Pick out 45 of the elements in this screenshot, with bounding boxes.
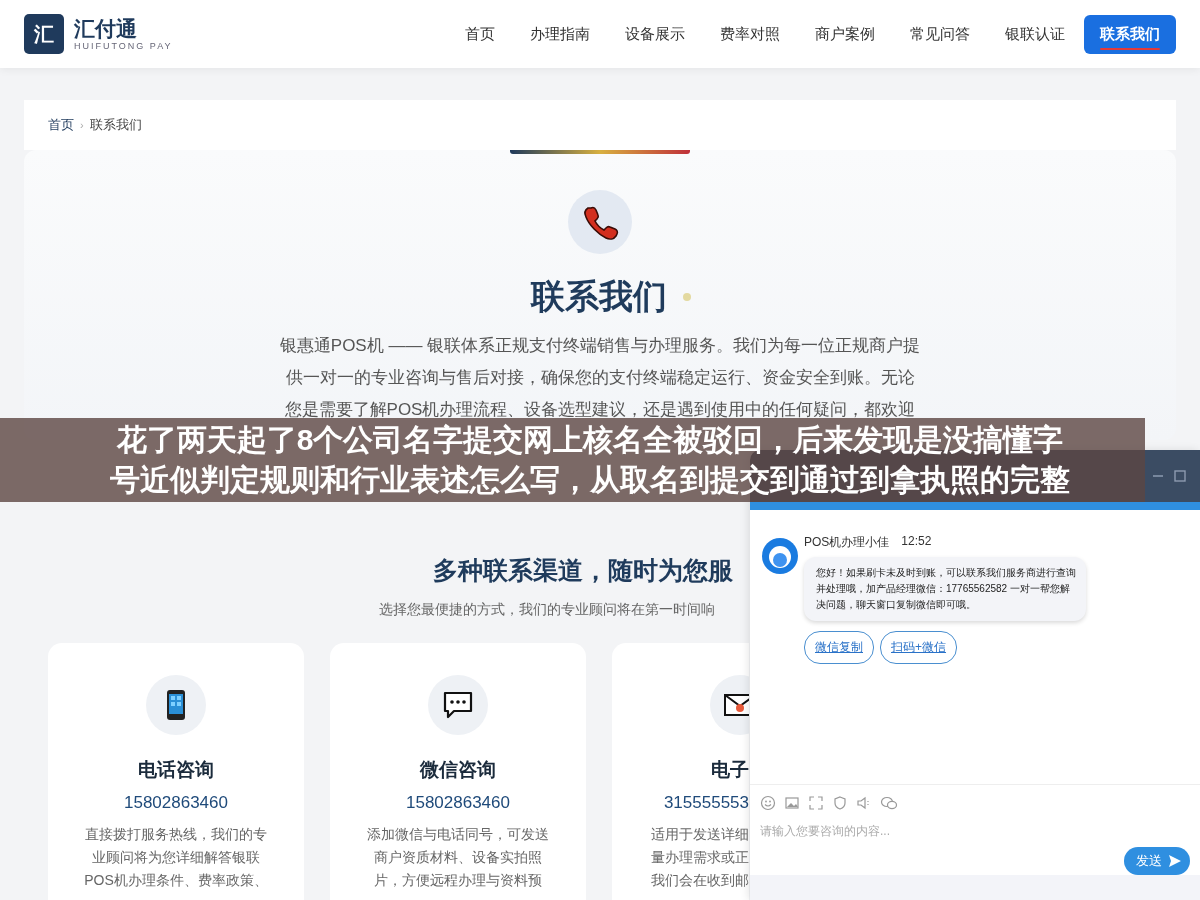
- nav-link[interactable]: 首页: [449, 14, 511, 54]
- card-description: 适用于发送详细 量办理需求或正 我们会在收到邮: [651, 825, 749, 890]
- message-input[interactable]: 请输入您要咨询的内容...: [760, 824, 1190, 838]
- nav-link[interactable]: 费率对照: [704, 14, 796, 54]
- quick-reply-link[interactable]: 扫码+微信: [880, 631, 957, 664]
- emoji-icon[interactable]: [760, 795, 776, 811]
- nav-link[interactable]: 银联认证: [989, 14, 1081, 54]
- breadcrumb-link[interactable]: 联系我们: [89, 116, 142, 134]
- maximize-icon[interactable]: [1174, 470, 1186, 482]
- brand-name: 汇付通: [74, 17, 138, 41]
- nav-link[interactable]: 办理指南: [514, 14, 606, 54]
- page-title: 联系我们: [531, 276, 667, 317]
- image-icon[interactable]: [784, 795, 800, 811]
- shield-icon[interactable]: [832, 795, 848, 811]
- wechat-icon[interactable]: [880, 795, 898, 811]
- nav-link[interactable]: 常见问答: [894, 14, 986, 54]
- nav-link[interactable]: 联系我们: [1084, 14, 1176, 54]
- speaker-icon[interactable]: [856, 795, 872, 811]
- card-title: 电子: [711, 758, 749, 782]
- intro-paragraph: 银惠通POS机 —— 银联体系正规支付终端销售与办理服务。我们为每一位正规商户提 供一对一的专业咨询与售后对接，确保您的支付终端稳定运行、资金安全到账。无论 您是需要了解POS机办理流程、设备选型建议，还是遇到使用中的任何疑问，都欢迎: [278, 335, 922, 421]
- section-title: 多种联系渠道，随时为您服: [433, 555, 733, 586]
- contact-number: 315555553: [663, 793, 749, 813]
- nav-link[interactable]: 设备展示: [609, 14, 701, 54]
- nav-link[interactable]: 商户案例: [799, 14, 891, 54]
- agent-name: POS机办理小佳: [804, 534, 890, 551]
- send-icon: [1168, 854, 1182, 868]
- caption-text: 花了两天起了8个公司名字提交网上核名全被驳回，后来发现是没搞懂字: [116, 422, 1064, 458]
- card-title: 微信咨询: [420, 758, 496, 782]
- card-description: 添加微信与电话同号，可发送 商户资质材料、设备实拍照 片，方便远程办理与资料预: [367, 825, 549, 890]
- card-title: 电话咨询: [138, 758, 214, 782]
- message-time: 12:52: [901, 534, 932, 550]
- fullscreen-icon[interactable]: [808, 795, 824, 811]
- breadcrumb-separator: ›: [80, 119, 84, 131]
- breadcrumb-link[interactable]: 首页: [48, 116, 74, 134]
- contact-number: 15802863460: [406, 793, 510, 813]
- section-subtitle: 选择您最便捷的方式，我们的专业顾问将在第一时间响: [379, 601, 715, 619]
- logo-mark[interactable]: 汇: [24, 14, 64, 54]
- message-bubble: 您好！如果刷卡未及时到账，可以联系我们服务商进行查询并处理哦，加产品经理微信：17765562582 一对一帮您解决问题，聊天窗口复制微信即可哦。: [804, 557, 1086, 621]
- accent-dot: [683, 293, 691, 301]
- avatar-icon: [762, 538, 798, 574]
- contact-number: 15802863460: [124, 793, 228, 813]
- quick-reply-link[interactable]: 微信复制: [804, 631, 874, 664]
- card-description: 直接拨打服务热线，我们的专 业顾问将为您详细解答银联 POS机办理条件、费率政策、: [84, 825, 268, 890]
- brand-tagline: HUIFUTONG PAY: [74, 41, 173, 51]
- caption-text: 号近似判定规则和行业表述怎么写，从取名到提交到通过到拿执照的完整: [110, 462, 1070, 498]
